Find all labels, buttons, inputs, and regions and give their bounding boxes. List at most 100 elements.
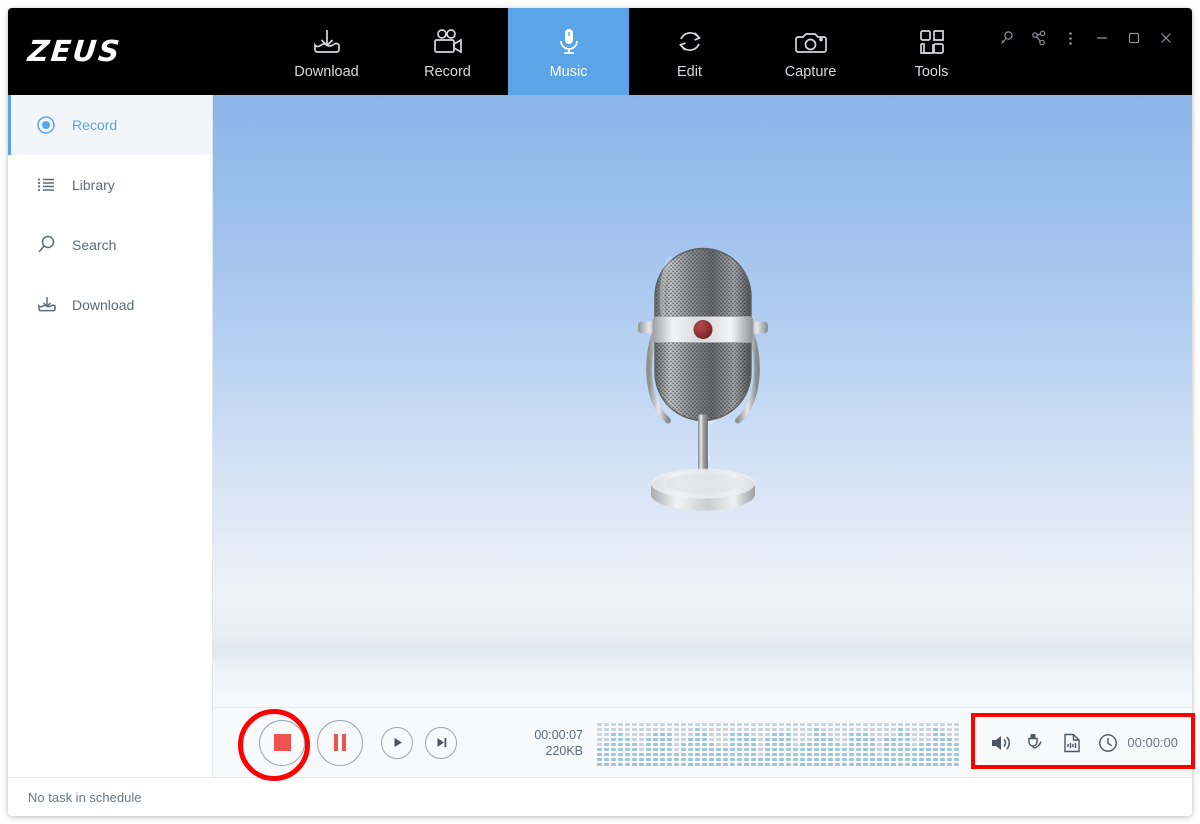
spectrum-column: [723, 722, 728, 766]
spectrum-column: [660, 722, 665, 766]
spectrum-column: [709, 722, 714, 766]
spectrum-column: [639, 722, 644, 766]
spectrum-column: [870, 722, 875, 766]
microphone-artwork: [608, 234, 798, 519]
nav-label: Download: [294, 64, 359, 80]
spectrum-column: [737, 722, 742, 766]
sidebar: Record Library Search Download: [8, 95, 213, 777]
clock-icon[interactable]: [1097, 732, 1119, 754]
sidebar-item-label: Download: [72, 297, 135, 313]
nav-item-capture[interactable]: Capture: [750, 8, 871, 95]
audio-file-icon[interactable]: [1061, 732, 1083, 754]
spectrum-column: [646, 722, 651, 766]
spectrum-column: [674, 722, 679, 766]
spectrum-column: [940, 722, 945, 766]
spectrum-column: [905, 722, 910, 766]
list-icon: [36, 175, 66, 195]
play-button[interactable]: [381, 726, 413, 759]
microphone-jack-icon[interactable]: [1025, 732, 1047, 754]
sidebar-item-download[interactable]: Download: [8, 275, 212, 335]
spectrum-column: [828, 722, 833, 766]
spectrum-column: [933, 722, 938, 766]
sidebar-item-library[interactable]: Library: [8, 155, 212, 215]
nav-label: Music: [549, 64, 588, 80]
spectrum-column: [611, 722, 616, 766]
audio-spectrum: [597, 720, 965, 766]
sidebar-item-record[interactable]: Record: [8, 95, 212, 155]
application-window: ZEUS Download Record Music Edit Capture …: [8, 8, 1192, 816]
spectrum-column: [891, 722, 896, 766]
nav-item-download[interactable]: Download: [266, 8, 387, 95]
stop-button[interactable]: [259, 719, 305, 766]
key-icon[interactable]: [992, 24, 1020, 52]
spectrum-column: [898, 722, 903, 766]
record-dot-icon: [36, 115, 66, 135]
window-controls: [992, 24, 1180, 52]
status-text: No task in schedule: [28, 789, 142, 805]
spectrum-column: [702, 722, 707, 766]
spectrum-column: [842, 722, 847, 766]
spectrum-column: [779, 722, 784, 766]
sidebar-item-label: Library: [72, 177, 115, 193]
spectrum-column: [751, 722, 756, 766]
spectrum-column: [667, 722, 672, 766]
spectrum-column: [604, 722, 609, 766]
status-bar: No task in schedule: [8, 777, 1192, 816]
recording-meta: 00:00:07 220KB: [509, 727, 583, 759]
spectrum-column: [786, 722, 791, 766]
spectrum-column: [863, 722, 868, 766]
close-icon[interactable]: [1152, 24, 1180, 52]
nav-label: Tools: [914, 64, 949, 80]
spectrum-column: [856, 722, 861, 766]
share-icon[interactable]: [1024, 24, 1052, 52]
video-camera-icon: [430, 23, 466, 61]
spectrum-column: [681, 722, 686, 766]
pause-glyph: [334, 734, 346, 751]
stop-glyph: [273, 734, 291, 751]
spectrum-column: [947, 722, 952, 766]
spectrum-column: [730, 722, 735, 766]
spectrum-column: [877, 722, 882, 766]
transport-bar: 00:00:07 220KB 00:00:00: [213, 707, 1192, 777]
magnifier-icon: [36, 234, 66, 256]
nav-label: Edit: [677, 64, 702, 80]
pause-button[interactable]: [317, 719, 363, 766]
spectrum-column: [772, 722, 777, 766]
nav-item-record[interactable]: Record: [387, 8, 508, 95]
next-button[interactable]: [425, 726, 457, 759]
file-size: 220KB: [545, 743, 583, 758]
schedule-time: 00:00:00: [1127, 735, 1178, 750]
spectrum-column: [800, 722, 805, 766]
speaker-icon[interactable]: [989, 732, 1011, 754]
spectrum-column: [618, 722, 623, 766]
record-stage: [213, 95, 1192, 707]
spectrum-column: [919, 722, 924, 766]
sidebar-item-search[interactable]: Search: [8, 215, 212, 275]
title-bar: ZEUS Download Record Music Edit Capture …: [8, 8, 1192, 95]
spectrum-column: [849, 722, 854, 766]
right-controls: 00:00:00: [989, 732, 1178, 754]
next-glyph: [437, 738, 446, 747]
more-menu-icon[interactable]: [1056, 24, 1084, 52]
elapsed-time: 00:00:07: [534, 727, 583, 742]
spectrum-column: [793, 722, 798, 766]
spectrum-column: [814, 722, 819, 766]
spectrum-column: [744, 722, 749, 766]
spectrum-column: [716, 722, 721, 766]
spectrum-column: [632, 722, 637, 766]
download-icon: [36, 294, 66, 316]
spectrum-column: [695, 722, 700, 766]
nav-item-music[interactable]: Music: [508, 8, 629, 95]
nav-item-tools[interactable]: Tools: [871, 8, 992, 95]
spectrum-column: [688, 722, 693, 766]
minimize-icon[interactable]: [1088, 24, 1116, 52]
main-nav: Download Record Music Edit Capture Tools: [266, 8, 992, 95]
maximize-icon[interactable]: [1120, 24, 1148, 52]
spectrum-column: [807, 722, 812, 766]
spectrum-column: [821, 722, 826, 766]
microphone-icon: [554, 23, 584, 61]
download-icon: [310, 23, 344, 61]
spectrum-column: [758, 722, 763, 766]
nav-item-edit[interactable]: Edit: [629, 8, 750, 95]
sidebar-item-label: Record: [72, 117, 118, 133]
